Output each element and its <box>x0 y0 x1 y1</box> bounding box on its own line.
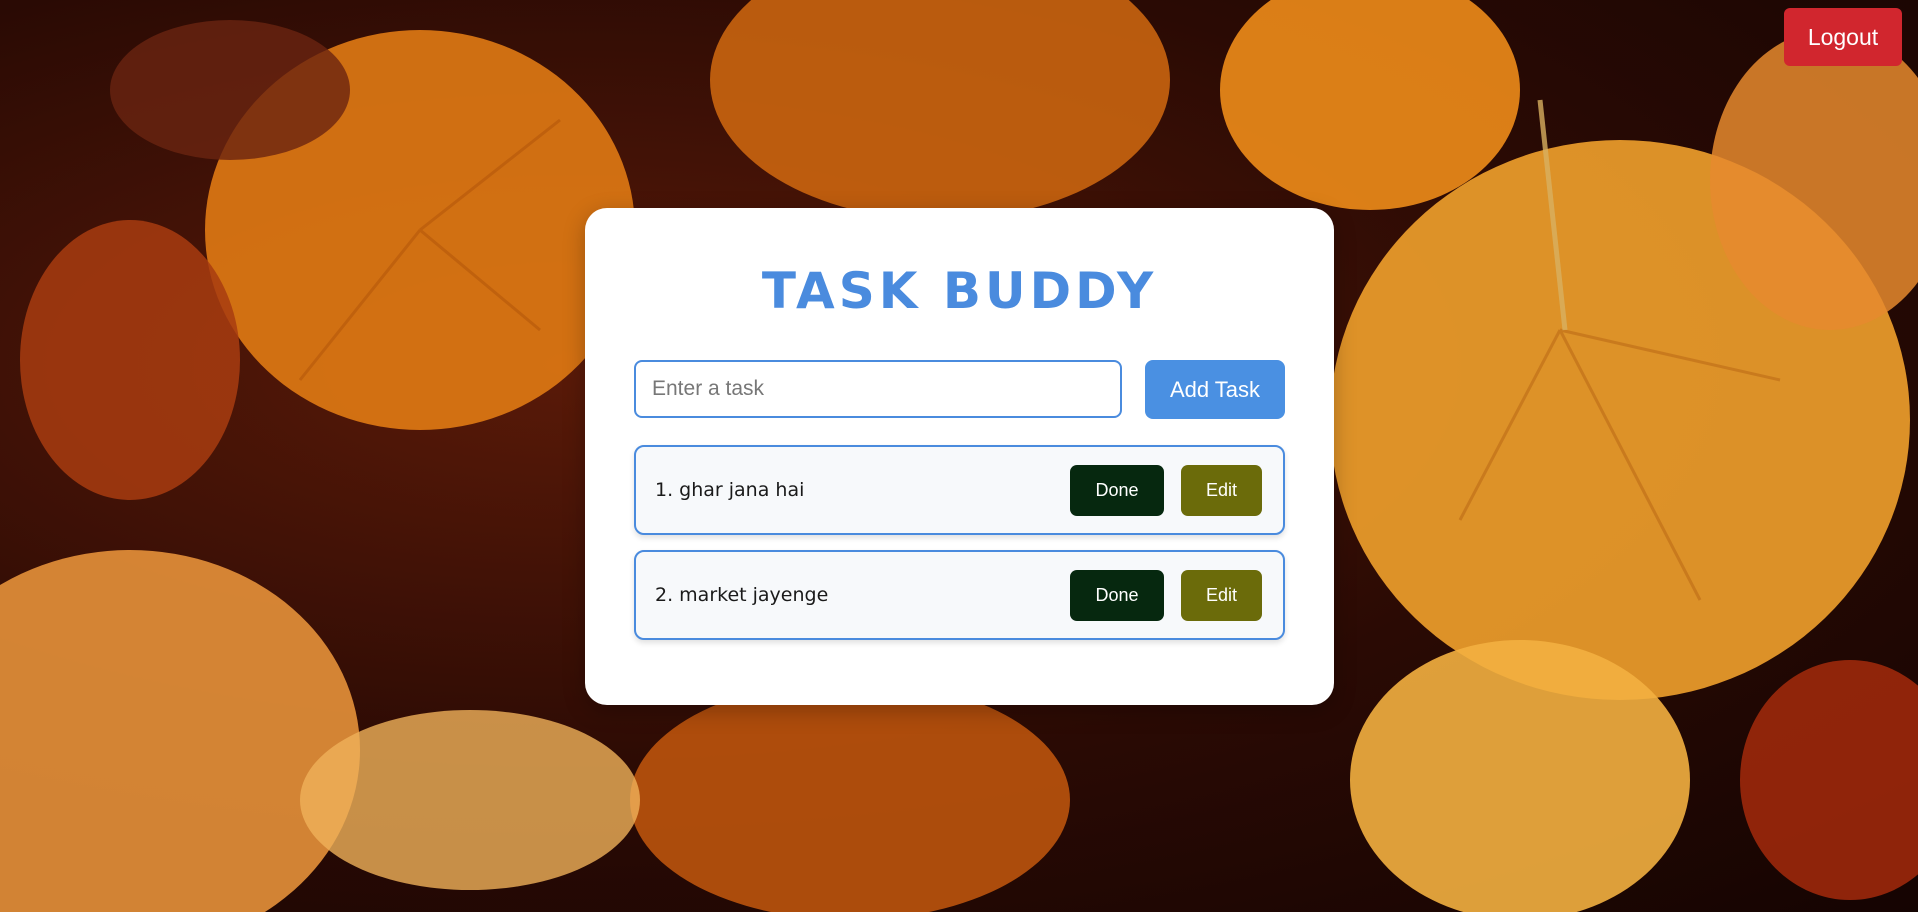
task-input[interactable] <box>634 360 1122 418</box>
task-text: 2. market jayenge <box>655 584 829 606</box>
task-list: 1. ghar jana hai Done Edit 2. market jay… <box>634 445 1285 655</box>
task-text: 1. ghar jana hai <box>655 479 805 501</box>
edit-button[interactable]: Edit <box>1181 570 1262 621</box>
done-button[interactable]: Done <box>1070 570 1164 621</box>
task-item: 2. market jayenge Done Edit <box>634 550 1285 640</box>
done-button[interactable]: Done <box>1070 465 1164 516</box>
logout-button[interactable]: Logout <box>1784 8 1902 66</box>
task-card: TASK BUDDY Add Task 1. ghar jana hai Don… <box>585 208 1334 705</box>
task-item: 1. ghar jana hai Done Edit <box>634 445 1285 535</box>
app-title: TASK BUDDY <box>761 262 1158 320</box>
add-task-button[interactable]: Add Task <box>1145 360 1285 419</box>
edit-button[interactable]: Edit <box>1181 465 1262 516</box>
